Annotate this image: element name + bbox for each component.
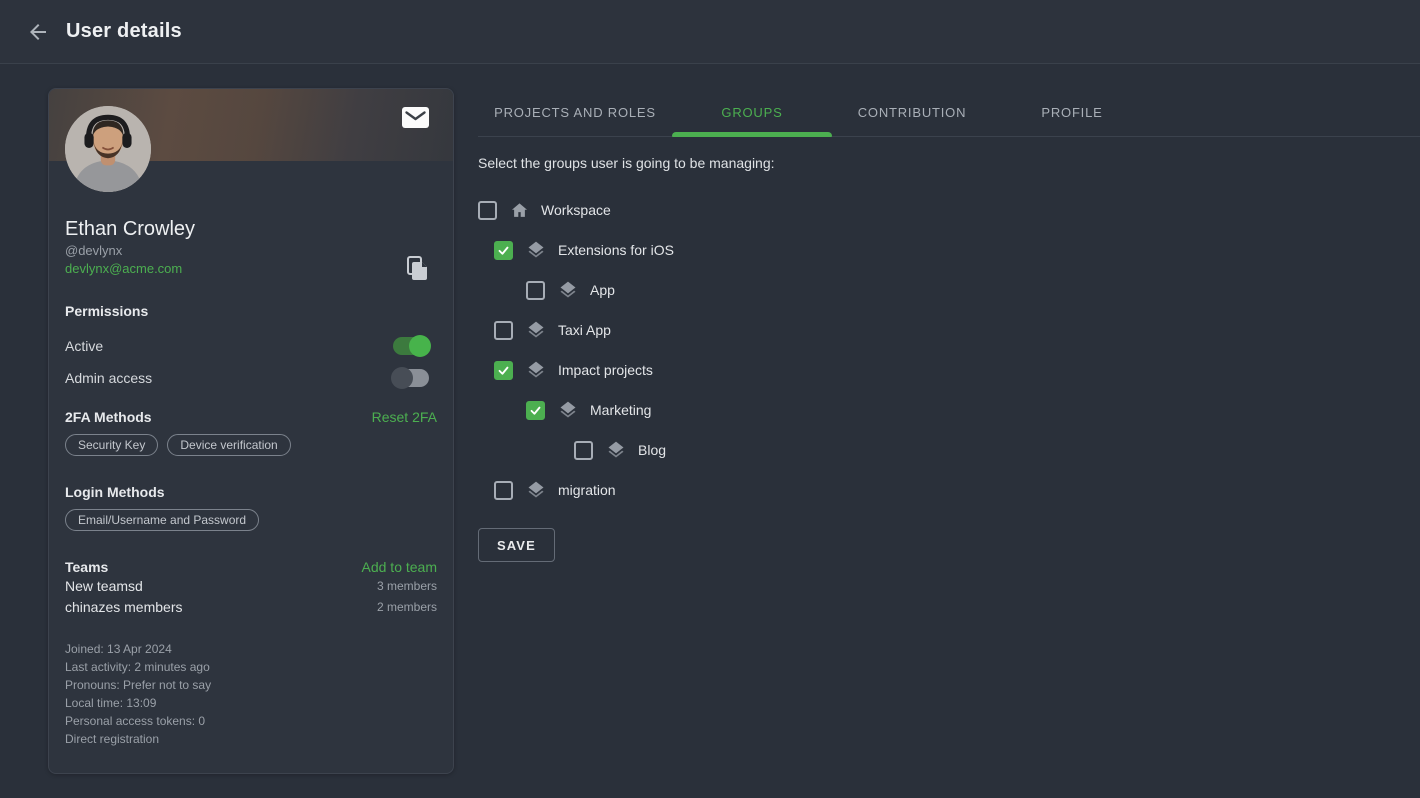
- permissions-heading: Permissions: [65, 303, 437, 319]
- group-row-extensions-for-ios: Extensions for iOS: [478, 230, 674, 270]
- meta-line: Local time: 13:09: [65, 694, 437, 712]
- page-title: User details: [66, 20, 182, 43]
- twofa-chips: Security Key Device verification: [65, 434, 437, 456]
- group-checkbox[interactable]: [478, 201, 497, 220]
- tab-bar: PROJECTS AND ROLES GROUPS CONTRIBUTION P…: [478, 88, 1420, 137]
- tab-projects-and-roles[interactable]: PROJECTS AND ROLES: [478, 88, 672, 136]
- group-label: App: [590, 282, 615, 298]
- copy-pages-icon: [407, 256, 429, 282]
- user-meta: Joined: 13 Apr 2024Last activity: 2 minu…: [65, 640, 437, 748]
- layers-icon: [526, 480, 546, 500]
- group-label: Impact projects: [558, 362, 653, 378]
- toggle-admin-access[interactable]: [393, 369, 429, 387]
- login-methods-heading: Login Methods: [65, 484, 437, 500]
- profile-card: Ethan Crowley @devlynx devlynx@acme.com …: [48, 88, 454, 774]
- method-chip: Device verification: [167, 434, 290, 456]
- groups-prompt: Select the groups user is going to be ma…: [478, 155, 775, 171]
- teams-heading: Teams: [65, 559, 108, 575]
- user-handle: @devlynx: [65, 242, 437, 260]
- group-row-blog: Blog: [478, 430, 674, 470]
- team-name: New teamsd: [65, 578, 143, 594]
- group-checkbox[interactable]: [494, 361, 513, 380]
- team-row: chinazes members 2 members: [65, 596, 437, 617]
- layers-icon: [526, 360, 546, 380]
- tab-label: PROFILE: [1041, 105, 1102, 120]
- tab-label: PROJECTS AND ROLES: [494, 105, 656, 120]
- permission-label: Active: [65, 338, 103, 354]
- back-button[interactable]: [24, 18, 52, 46]
- toggle-knob: [409, 335, 431, 357]
- permission-row: Active: [65, 334, 437, 358]
- group-label: Taxi App: [558, 322, 611, 338]
- method-chip: Security Key: [65, 434, 158, 456]
- team-row: New teamsd 3 members: [65, 575, 437, 596]
- permission-row: Admin access: [65, 366, 437, 390]
- group-label: Extensions for iOS: [558, 242, 674, 258]
- group-row-migration: migration: [478, 470, 674, 510]
- layers-icon: [526, 320, 546, 340]
- save-button[interactable]: SAVE: [478, 528, 555, 562]
- group-row-app: App: [478, 270, 674, 310]
- arrow-left-icon: [26, 20, 50, 44]
- meta-line: Direct registration: [65, 730, 437, 748]
- group-row-taxi-app: Taxi App: [478, 310, 674, 350]
- avatar: [65, 106, 151, 192]
- layers-icon: [558, 280, 578, 300]
- team-name: chinazes members: [65, 599, 183, 615]
- twofa-heading: 2FA Methods: [65, 409, 152, 425]
- checkmark-icon: [497, 364, 510, 377]
- tab-groups[interactable]: GROUPS: [672, 88, 832, 136]
- teams-list: New teamsd 3 members chinazes members 2 …: [65, 575, 437, 617]
- layers-icon: [558, 400, 578, 420]
- checkmark-icon: [497, 244, 510, 257]
- group-row-impact-projects: Impact projects: [478, 350, 674, 390]
- toggle-active[interactable]: [393, 337, 429, 355]
- meta-line: Last activity: 2 minutes ago: [65, 658, 437, 676]
- user-email[interactable]: devlynx@acme.com: [65, 260, 437, 278]
- group-checkbox[interactable]: [526, 401, 545, 420]
- tab-contribution[interactable]: CONTRIBUTION: [832, 88, 992, 136]
- layers-icon: [526, 240, 546, 260]
- group-label: migration: [558, 482, 616, 498]
- group-label: Blog: [638, 442, 666, 458]
- group-checkbox[interactable]: [494, 481, 513, 500]
- team-member-count: 2 members: [377, 600, 437, 614]
- toggle-knob: [391, 367, 413, 389]
- group-row-workspace: Workspace: [478, 190, 674, 230]
- permissions-list: Active Admin access: [65, 334, 437, 390]
- login-chips: Email/Username and Password: [65, 509, 437, 531]
- team-member-count: 3 members: [377, 579, 437, 593]
- checkmark-icon: [529, 404, 542, 417]
- tab-profile[interactable]: PROFILE: [992, 88, 1152, 136]
- group-checkbox[interactable]: [526, 281, 545, 300]
- group-label: Marketing: [590, 402, 651, 418]
- group-checkbox[interactable]: [494, 321, 513, 340]
- meta-line: Joined: 13 Apr 2024: [65, 640, 437, 658]
- copy-email-button[interactable]: [407, 256, 429, 287]
- user-name: Ethan Crowley: [65, 216, 437, 242]
- meta-line: Personal access tokens: 0: [65, 712, 437, 730]
- top-bar: User details: [0, 0, 1420, 64]
- envelope-icon: [402, 107, 429, 128]
- layers-icon: [606, 440, 626, 460]
- groups-tree: Workspace Extensions for iOS: [478, 190, 674, 510]
- home-icon: [510, 201, 529, 220]
- send-email-button[interactable]: [402, 107, 429, 133]
- group-checkbox[interactable]: [574, 441, 593, 460]
- tab-label: GROUPS: [721, 105, 782, 120]
- tab-label: CONTRIBUTION: [858, 105, 967, 120]
- method-chip: Email/Username and Password: [65, 509, 259, 531]
- add-to-team-link[interactable]: Add to team: [362, 559, 438, 575]
- permission-label: Admin access: [65, 370, 152, 386]
- group-label: Workspace: [541, 202, 611, 218]
- group-checkbox[interactable]: [494, 241, 513, 260]
- group-row-marketing: Marketing: [478, 390, 674, 430]
- meta-line: Pronouns: Prefer not to say: [65, 676, 437, 694]
- reset-2fa-link[interactable]: Reset 2FA: [372, 409, 437, 425]
